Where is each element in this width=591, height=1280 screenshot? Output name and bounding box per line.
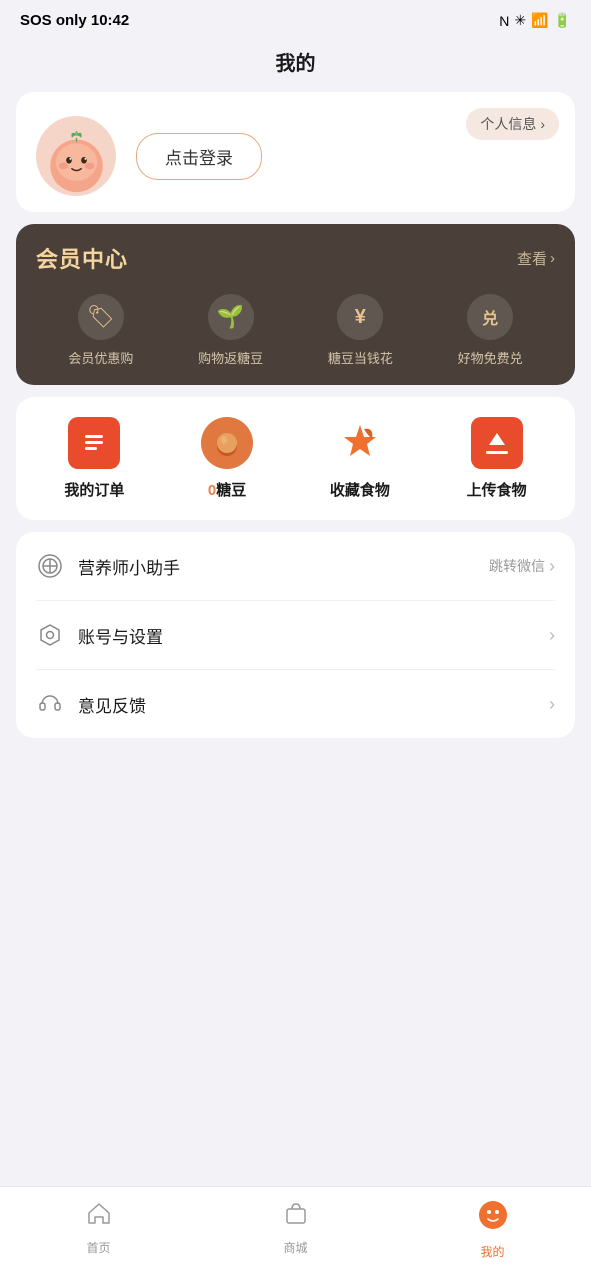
chevron-right-icon: › bbox=[549, 694, 555, 715]
home-label: 首页 bbox=[86, 1239, 110, 1256]
feedback-text: 意见反馈 bbox=[78, 692, 549, 717]
shop-label: 商城 bbox=[283, 1239, 307, 1256]
menu-item-nutritionist[interactable]: 营养师小助手 跳转微信 › bbox=[36, 532, 555, 601]
status-bar: SOS only 10:42 N ✳ 📶 🔋 bbox=[0, 0, 591, 37]
feedback-icon bbox=[36, 690, 64, 718]
quick-action-collect[interactable]: 收藏食物 bbox=[330, 417, 390, 500]
mine-label: 我的 bbox=[480, 1243, 504, 1260]
status-icons: N ✳ 📶 🔋 bbox=[499, 12, 571, 29]
feature-label: 好物免费兑 bbox=[458, 348, 523, 367]
member-features: 🏷 会员优惠购 🌱 购物返糖豆 ¥ 糖豆当钱花 兑 好物免费兑 bbox=[36, 294, 555, 367]
nutritionist-right: 跳转微信 › bbox=[489, 556, 555, 577]
order-icon bbox=[68, 417, 120, 469]
quick-actions: 我的订单 0糖豆 收藏食物 bbox=[16, 397, 575, 520]
feature-label: 会员优惠购 bbox=[68, 348, 133, 367]
member-title: 会员中心 bbox=[36, 242, 128, 274]
money-icon: ¥ bbox=[337, 294, 383, 340]
page-title: 我的 bbox=[0, 37, 591, 92]
nav-item-home[interactable]: 首页 bbox=[64, 1199, 134, 1260]
menu-item-account[interactable]: 账号与设置 › bbox=[36, 601, 555, 670]
member-card: 会员中心 查看 › 🏷 会员优惠购 🌱 购物返糖豆 ¥ 糖豆当钱花 兑 好物免费… bbox=[16, 224, 575, 385]
nav-item-shop[interactable]: 商城 bbox=[261, 1199, 331, 1260]
member-view-button[interactable]: 查看 › bbox=[517, 248, 555, 269]
sugar-label: 0糖豆 bbox=[208, 479, 246, 500]
chevron-right-icon: › bbox=[540, 116, 545, 132]
feature-label: 购物返糖豆 bbox=[198, 348, 263, 367]
shop-icon bbox=[282, 1199, 310, 1234]
quick-action-sugar[interactable]: 0糖豆 bbox=[201, 417, 253, 500]
quick-action-order[interactable]: 我的订单 bbox=[64, 417, 124, 500]
chevron-right-icon: › bbox=[549, 625, 555, 646]
chevron-right-icon: › bbox=[550, 250, 555, 267]
member-header: 会员中心 查看 › bbox=[36, 242, 555, 274]
login-button[interactable]: 点击登录 bbox=[136, 133, 262, 180]
account-text: 账号与设置 bbox=[78, 623, 549, 648]
account-icon bbox=[36, 621, 64, 649]
account-right: › bbox=[549, 625, 555, 646]
discount-icon: 🏷 bbox=[78, 294, 124, 340]
avatar-illustration bbox=[39, 119, 114, 194]
member-feature-money[interactable]: ¥ 糖豆当钱花 bbox=[328, 294, 393, 367]
bluetooth-icon: ✳ bbox=[514, 12, 526, 29]
sugar-icon bbox=[201, 417, 253, 469]
mine-icon bbox=[477, 1199, 509, 1238]
sugar-return-icon: 🌱 bbox=[208, 294, 254, 340]
feedback-right: › bbox=[549, 694, 555, 715]
member-feature-free[interactable]: 兑 好物免费兑 bbox=[458, 294, 523, 367]
main-content: 个人信息 › bbox=[0, 92, 591, 840]
signal-icon: 📶 bbox=[531, 12, 548, 29]
collect-icon bbox=[334, 417, 386, 469]
member-feature-discount[interactable]: 🏷 会员优惠购 bbox=[68, 294, 133, 367]
free-exchange-icon: 兑 bbox=[467, 294, 513, 340]
quick-action-upload[interactable]: 上传食物 bbox=[467, 417, 527, 500]
nav-item-mine[interactable]: 我的 bbox=[458, 1199, 528, 1260]
order-label: 我的订单 bbox=[64, 479, 124, 500]
menu-item-feedback[interactable]: 意见反馈 › bbox=[36, 670, 555, 738]
member-feature-sugar[interactable]: 🌱 购物返糖豆 bbox=[198, 294, 263, 367]
nfc-icon: N bbox=[499, 13, 509, 29]
nutritionist-icon bbox=[36, 552, 64, 580]
bottom-nav: 首页 商城 我的 bbox=[0, 1186, 591, 1280]
avatar bbox=[36, 116, 116, 196]
nutritionist-text: 营养师小助手 bbox=[78, 554, 489, 579]
personal-info-button[interactable]: 个人信息 › bbox=[466, 108, 559, 140]
upload-label: 上传食物 bbox=[467, 479, 527, 500]
upload-icon bbox=[471, 417, 523, 469]
home-icon bbox=[85, 1199, 113, 1234]
menu-list: 营养师小助手 跳转微信 › 账号与设置 › bbox=[16, 532, 575, 738]
chevron-right-icon: › bbox=[549, 556, 555, 577]
profile-section: 个人信息 › bbox=[16, 92, 575, 212]
status-time: SOS only 10:42 bbox=[20, 12, 129, 29]
wechat-jump-text: 跳转微信 bbox=[489, 556, 545, 576]
feature-label: 糖豆当钱花 bbox=[328, 348, 393, 367]
collect-label: 收藏食物 bbox=[330, 479, 390, 500]
wifi-icon: 🔋 bbox=[554, 12, 571, 29]
